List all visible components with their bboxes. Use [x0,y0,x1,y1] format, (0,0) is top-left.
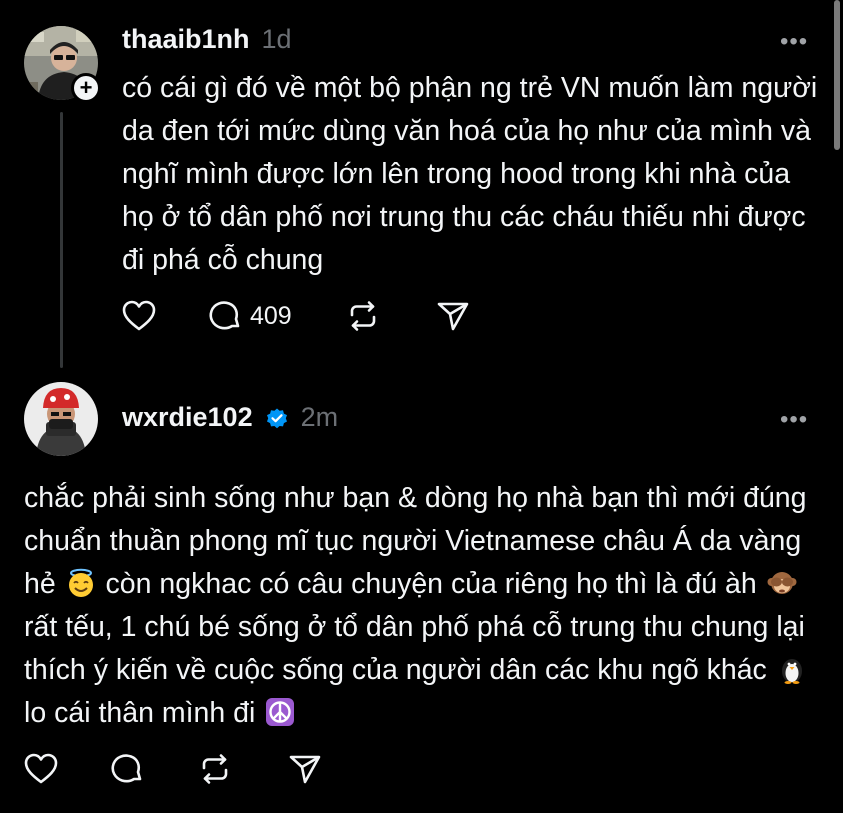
post-header: thaaib1nh 1d [122,24,292,55]
reply-actions [24,753,322,785]
threads-screen: + thaaib1nh 1d ••• có cái gì đó về một b… [0,0,843,813]
repost-icon [346,300,380,332]
repost-button[interactable] [346,300,380,332]
more-options-button[interactable]: ••• [780,408,808,432]
share-button[interactable] [436,300,470,332]
see-no-evil-monkey-icon [767,568,797,598]
more-options-button[interactable]: ••• [780,30,808,54]
post-text: có cái gì đó về một bộ phận ng trẻ VN mu… [122,72,826,276]
send-icon [288,753,322,785]
reply-header: wxrdie102 2m [122,402,338,433]
penguin-icon [777,654,807,684]
thread-line [60,112,63,368]
comment-icon [208,300,242,332]
send-icon [436,300,470,332]
peace-symbol-icon [265,697,295,727]
share-button[interactable] [288,753,322,785]
scrollbar[interactable] [834,0,840,150]
verified-badge-icon [265,406,289,430]
heart-icon [24,753,58,785]
reply-text: chắc phải sinh sống như bạn & dòng họ nh… [24,477,824,735]
post-timestamp: 1d [261,24,292,54]
heart-icon [122,300,156,332]
comment-icon [110,753,144,785]
reply-username[interactable]: wxrdie102 [122,402,253,433]
like-button[interactable] [122,300,156,332]
like-button[interactable] [24,753,58,785]
reply-timestamp: 2m [300,402,339,432]
repost-button[interactable] [198,753,232,785]
smiling-face-with-halo-icon [66,568,96,598]
post-username[interactable]: thaaib1nh [122,24,250,55]
repost-icon [198,753,232,785]
post-actions: 409 [122,300,470,332]
reply-text-segment: còn ngkhac có câu chuyện của riêng họ th… [97,568,765,600]
reply-count: 409 [250,301,292,330]
reply-button[interactable]: 409 [208,300,292,332]
follow-plus-button[interactable]: + [71,73,101,103]
avatar[interactable] [24,382,98,456]
reply-button[interactable] [110,753,144,785]
